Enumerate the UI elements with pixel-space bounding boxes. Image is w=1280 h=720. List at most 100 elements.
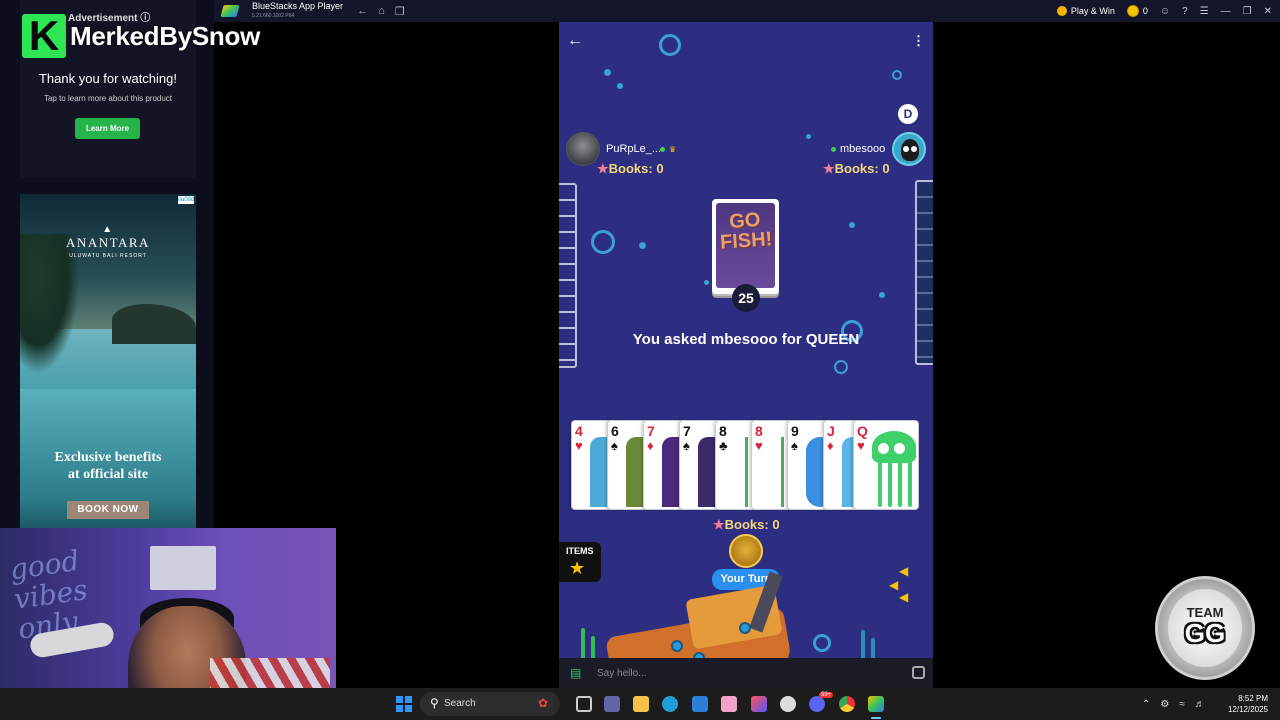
ad-sidebar: Advertisement ⓘ Thank you for watching! … — [0, 0, 214, 528]
card-suit: ♣ — [719, 438, 728, 453]
hand-card[interactable]: Q ♥ — [853, 420, 919, 510]
porthole-icon — [671, 640, 683, 652]
card-suit: ♥ — [575, 438, 583, 453]
star-icon: ★ — [713, 517, 725, 532]
go-fish-logo: GO FISH! — [719, 208, 774, 254]
wifi-icon[interactable]: ≈ — [1179, 699, 1185, 710]
copilot-icon[interactable] — [751, 696, 767, 712]
opponent-right-books: ★Books: 0 — [823, 161, 890, 177]
ad-thanks-text: Thank you for watching! — [38, 71, 178, 86]
card-rank: Q — [857, 423, 868, 439]
chatgpt-icon[interactable] — [780, 696, 796, 712]
adchoices-icon[interactable]: i\u00d7 — [178, 196, 196, 204]
taskbar-search[interactable]: ⚲ Search ✿ — [420, 692, 560, 716]
opponent-left-books-label: Books: 0 — [608, 161, 664, 176]
book-now-button[interactable]: BOOK NOW — [67, 501, 149, 519]
system-tray: ⌃ ⚙ ≈ ♬ — [1142, 688, 1205, 720]
hotel-benefits-text: Exclusive benefits at official site — [20, 449, 196, 483]
app-version: 5.21.660.1002 P64 — [252, 12, 295, 19]
opponent-left-avatar[interactable] — [566, 132, 600, 166]
active-app-indicator — [871, 717, 881, 719]
bubble-decoration — [639, 242, 646, 249]
bluestacks-titlebar: BlueStacks App Player 5.21.660.1002 P64 … — [214, 0, 1280, 22]
play-win-label: Play & Win — [1070, 6, 1115, 16]
monster-eye-icon — [911, 146, 917, 152]
tray-overflow-icon[interactable]: ⌃ — [1142, 699, 1150, 710]
deck-count-badge: 25 — [732, 284, 760, 312]
volume-icon[interactable]: ♬ — [1195, 699, 1205, 710]
jellyfish-eye-icon — [878, 443, 889, 454]
windows-taskbar: ⚲ Search ✿ 99+ ⌃ ⚙ ≈ ♬ 8:52 PM 12/12/202… — [0, 688, 1280, 720]
back-arrow-icon[interactable]: ← — [567, 32, 583, 50]
bubble-decoration — [892, 70, 902, 80]
windows-start-icon[interactable] — [396, 696, 412, 712]
close-icon[interactable]: ✕ — [1264, 6, 1272, 17]
player-hand: 4 ♥ 6 ♠ 7 ♦ 7 ♠ 8 ♣ 8 ♥ 9 ♠ J ♦ Q ♥ — [571, 420, 921, 512]
minimize-icon[interactable]: — — [1221, 6, 1231, 17]
card-rank: 7 — [683, 423, 691, 439]
hamburger-menu-icon[interactable]: ☰ — [1200, 6, 1209, 17]
card-suit: ♥ — [857, 438, 865, 453]
bubble-decoration — [849, 222, 855, 228]
jellyfish-tentacle — [898, 461, 902, 507]
kick-logo-icon: K — [22, 14, 66, 58]
fish-icon: ◀ — [899, 564, 909, 578]
chat-input[interactable] — [595, 665, 895, 681]
hotel-logo-mark-icon: ▲ — [102, 224, 114, 235]
edge-browser-icon[interactable] — [662, 696, 678, 712]
bubble-decoration — [659, 34, 681, 56]
bubble-decoration — [879, 292, 885, 298]
app-title: BlueStacks App Player 5.21.660.1002 P64 — [252, 1, 343, 21]
back-icon[interactable]: ← — [357, 5, 368, 17]
microphone-tray-icon[interactable]: ⚙ — [1160, 699, 1169, 710]
chat-icon[interactable]: ▤ — [570, 666, 581, 680]
discord-icon[interactable] — [809, 696, 825, 712]
learn-more-button[interactable]: Learn More — [75, 118, 140, 139]
microsoft-store-icon[interactable] — [692, 696, 708, 712]
search-icon: ⚲ — [430, 696, 439, 710]
items-button[interactable]: ITEMS ★ — [559, 542, 601, 582]
benefits-line-2: at official site — [67, 467, 149, 482]
player-avatar[interactable] — [729, 534, 763, 568]
jellyfish-tentacle — [888, 461, 892, 507]
card-suit: ♠ — [683, 438, 690, 453]
opponent-right-name: mbesooo — [840, 143, 886, 155]
task-view-icon[interactable] — [576, 696, 592, 712]
card-rank: 8 — [719, 423, 727, 439]
pink-app-icon[interactable] — [721, 696, 737, 712]
bluestacks-taskbar-icon[interactable] — [868, 696, 884, 712]
home-icon[interactable]: ⌂ — [378, 5, 385, 17]
taskbar-search-label: Search — [444, 698, 476, 709]
more-options-icon[interactable]: ⋮ — [912, 33, 925, 49]
restore-icon[interactable]: ❐ — [1243, 6, 1252, 17]
fish-icon: ◀ — [899, 590, 909, 604]
ad-island-image — [112, 304, 196, 344]
multi-instance-icon[interactable]: ❐ — [395, 5, 405, 18]
play-win-coin-icon — [1056, 6, 1067, 16]
coin-icon — [1126, 5, 1139, 17]
chrome-icon[interactable] — [839, 696, 855, 712]
items-label: ITEMS — [566, 546, 594, 556]
hotel-subtitle: ULUWATU BALI RESORT — [69, 253, 147, 259]
player-books: ★Books: 0 — [713, 517, 780, 533]
card-suit: ♥ — [755, 438, 763, 453]
coin-balance[interactable]: 0 — [1126, 5, 1148, 17]
clock-date: 12/12/2025 — [1227, 705, 1268, 714]
channel-name: MerkedBySnow — [70, 20, 261, 51]
card-suit: ♦ — [647, 438, 654, 453]
help-icon[interactable]: ? — [1182, 6, 1188, 17]
profile-icon[interactable]: ☺ — [1160, 6, 1170, 17]
opponent-right-avatar[interactable] — [892, 132, 926, 166]
star-icon: ★ — [597, 161, 609, 176]
teams-icon[interactable] — [604, 696, 620, 712]
ad-tap-text: Tap to learn more about this product — [43, 94, 173, 103]
crown-icon: ♛ — [669, 145, 677, 154]
file-explorer-icon[interactable] — [633, 696, 649, 712]
draw-deck[interactable]: GO FISH! — [712, 199, 779, 294]
play-win-button[interactable]: Play & Win — [1056, 6, 1115, 16]
wall-unit-decoration — [150, 546, 216, 590]
team-gg-text: TEAM GG — [1158, 605, 1252, 646]
hotel-banner-ad[interactable]: i\u00d7 ▲ ANANTARA ULUWATU BALI RESORT E… — [20, 194, 196, 528]
sticker-icon[interactable] — [912, 666, 925, 679]
taskbar-clock[interactable]: 8:52 PM 12/12/2025 — [1220, 693, 1268, 715]
